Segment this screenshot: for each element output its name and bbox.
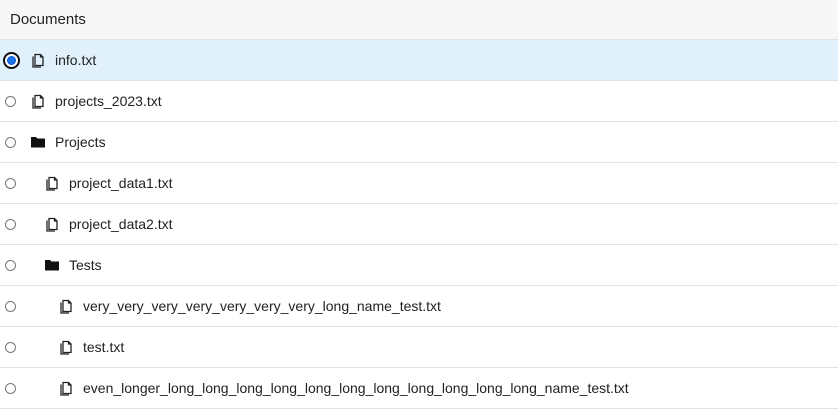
item-radio[interactable]: [5, 137, 16, 148]
tree-item-projects-folder[interactable]: Projects: [0, 122, 838, 163]
item-label: project_data2.txt: [69, 216, 173, 232]
panel-title: Documents: [10, 11, 86, 28]
file-icon: [32, 53, 44, 68]
item-label: very_very_very_very_very_very_very_long_…: [83, 298, 441, 314]
item-radio[interactable]: [5, 383, 16, 394]
item-radio[interactable]: [5, 260, 16, 271]
item-label: project_data1.txt: [69, 175, 173, 191]
tree-item-even-longer-name-test-txt[interactable]: even_longer_long_long_long_long_long_lon…: [0, 368, 838, 409]
tree-item-project-data2-txt[interactable]: project_data2.txt: [0, 204, 838, 245]
folder-icon: [45, 260, 59, 271]
tree-list: info.txt projects_2023.txt Projects proj…: [0, 40, 838, 409]
documents-tree-panel: Documents info.txt projects_2023.txt Pro…: [0, 0, 838, 410]
tree-item-test-txt[interactable]: test.txt: [0, 327, 838, 368]
file-icon: [46, 217, 58, 232]
tree-item-tests-folder[interactable]: Tests: [0, 245, 838, 286]
panel-header: Documents: [0, 0, 838, 40]
item-radio[interactable]: [5, 301, 16, 312]
file-icon: [60, 381, 72, 396]
item-label: info.txt: [55, 52, 97, 68]
folder-icon: [31, 137, 45, 148]
tree-item-info-txt[interactable]: info.txt: [0, 40, 838, 81]
item-label: Tests: [69, 257, 102, 273]
tree-item-very-long-name-test-txt[interactable]: very_very_very_very_very_very_very_long_…: [0, 286, 838, 327]
file-icon: [60, 299, 72, 314]
tree-item-projects-2023-txt[interactable]: projects_2023.txt: [0, 81, 838, 122]
item-radio[interactable]: [5, 219, 16, 230]
item-label: test.txt: [83, 339, 125, 355]
item-radio[interactable]: [5, 178, 16, 189]
file-icon: [46, 176, 58, 191]
item-label: projects_2023.txt: [55, 93, 162, 109]
item-radio[interactable]: [5, 96, 16, 107]
item-radio[interactable]: [5, 342, 16, 353]
tree-item-project-data1-txt[interactable]: project_data1.txt: [0, 163, 838, 204]
file-icon: [60, 340, 72, 355]
item-radio[interactable]: [3, 52, 20, 69]
file-icon: [32, 94, 44, 109]
item-label: Projects: [55, 134, 106, 150]
item-label: even_longer_long_long_long_long_long_lon…: [83, 380, 629, 396]
